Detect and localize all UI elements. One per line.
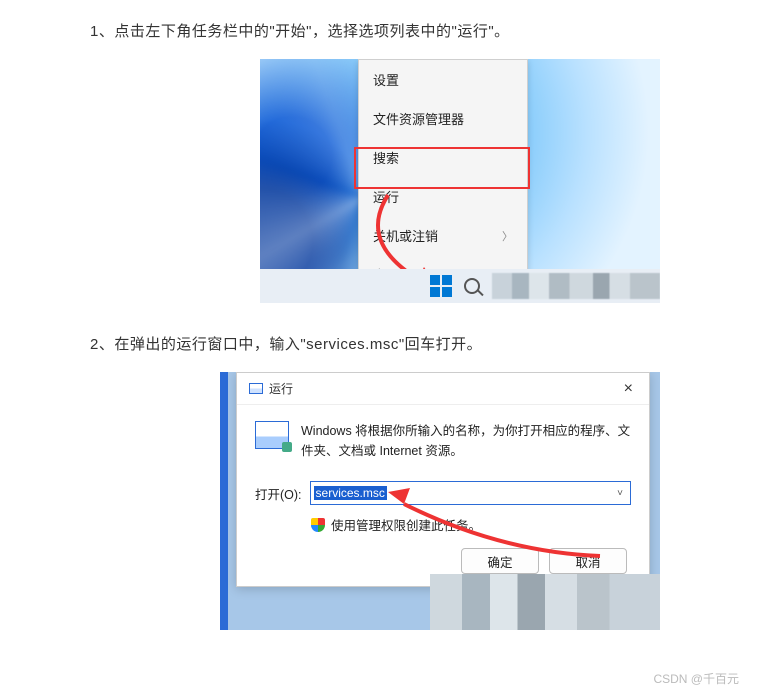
context-menu: 设置 文件资源管理器 搜索 运行 关机或注销〉 桌面 bbox=[358, 59, 528, 295]
figure-1: 设置 文件资源管理器 搜索 运行 关机或注销〉 桌面 bbox=[260, 59, 660, 303]
step-2-text: 2、在弹出的运行窗口中，输入"services.msc"回车打开。 bbox=[90, 333, 689, 354]
shield-icon bbox=[311, 518, 325, 532]
menu-item-search[interactable]: 搜索 bbox=[359, 138, 527, 177]
blurred-region bbox=[492, 273, 660, 299]
dialog-description: Windows 将根据你所输入的名称，为你打开相应的程序、文件夹、文档或 Int… bbox=[301, 421, 631, 461]
titlebar: 运行 × bbox=[237, 373, 649, 405]
admin-text: 使用管理权限创建此任务。 bbox=[331, 515, 481, 534]
menu-item-power[interactable]: 关机或注销〉 bbox=[359, 216, 527, 255]
start-button[interactable] bbox=[430, 275, 452, 297]
open-input[interactable]: services.msc ˅ bbox=[310, 481, 631, 505]
open-input-value: services.msc bbox=[314, 486, 387, 500]
blurred-region bbox=[430, 574, 660, 630]
search-icon[interactable] bbox=[464, 278, 480, 294]
menu-item-run[interactable]: 运行 bbox=[359, 177, 527, 216]
open-label: 打开(O): bbox=[255, 484, 302, 503]
dialog-title: 运行 bbox=[269, 380, 293, 397]
chevron-right-icon: 〉 bbox=[502, 228, 513, 244]
run-app-icon bbox=[255, 421, 289, 449]
menu-item-explorer[interactable]: 文件资源管理器 bbox=[359, 99, 527, 138]
watermark: CSDN @千百元 bbox=[0, 670, 779, 687]
figure-2: 运行 × Windows 将根据你所输入的名称，为你打开相应的程序、文件夹、文档… bbox=[220, 372, 660, 630]
taskbar bbox=[260, 269, 660, 303]
close-button[interactable]: × bbox=[620, 380, 637, 398]
step-1-text: 1、点击左下角任务栏中的"开始"，选择选项列表中的"运行"。 bbox=[90, 20, 689, 41]
admin-row: 使用管理权限创建此任务。 bbox=[311, 515, 631, 534]
chevron-down-icon[interactable]: ˅ bbox=[613, 488, 627, 499]
ok-button[interactable]: 确定 bbox=[461, 548, 539, 574]
run-dialog: 运行 × Windows 将根据你所输入的名称，为你打开相应的程序、文件夹、文档… bbox=[236, 372, 650, 587]
dialog-icon bbox=[249, 383, 263, 394]
menu-item-settings[interactable]: 设置 bbox=[359, 60, 527, 99]
cancel-button[interactable]: 取消 bbox=[549, 548, 627, 574]
